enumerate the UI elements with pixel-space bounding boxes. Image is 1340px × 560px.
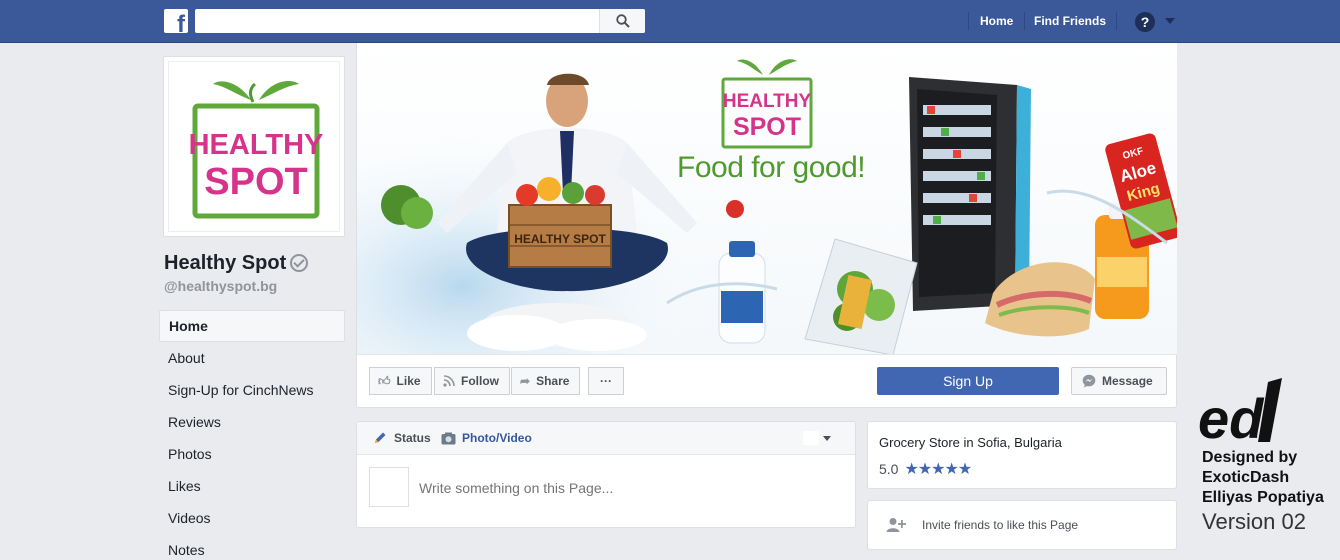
more-dots-icon: ··· bbox=[600, 374, 612, 388]
tab-status-label: Status bbox=[394, 431, 431, 445]
more-options-button[interactable]: ··· bbox=[588, 367, 624, 395]
search-button[interactable] bbox=[599, 9, 645, 33]
page-title[interactable]: Healthy Spot bbox=[164, 252, 286, 275]
cover-brand-logo: HEALTHY SPOT bbox=[721, 59, 813, 149]
exoticdash-logo: ed bbox=[1198, 378, 1282, 446]
cover-logo-text-spot: SPOT bbox=[733, 113, 801, 141]
crate-label: HEALTHY SPOT bbox=[514, 232, 606, 246]
page-sidebar-nav: Home About Sign-Up for CinchNews Reviews… bbox=[159, 310, 345, 560]
designer-credit-version: Version 02 bbox=[1202, 509, 1306, 534]
nav-divider bbox=[968, 12, 969, 30]
add-friend-icon bbox=[886, 518, 906, 532]
tab-photo-video[interactable]: Photo/Video bbox=[441, 431, 532, 445]
page-category[interactable]: Grocery Store in Sofia, Bulgaria bbox=[879, 435, 1062, 450]
audience-icon bbox=[803, 431, 819, 445]
messenger-icon bbox=[1082, 374, 1096, 388]
cover-logo-text-healthy: HEALTHY bbox=[723, 91, 812, 112]
cover-photo[interactable]: HEALTHY SPOT HEALTHY SPOT OKF Aloe King … bbox=[357, 43, 1177, 354]
verified-check-icon bbox=[290, 254, 308, 272]
profile-picture[interactable]: HEALTHY SPOT bbox=[163, 56, 345, 237]
account-menu-caret-icon[interactable] bbox=[1165, 18, 1175, 24]
cover-card: HEALTHY SPOT HEALTHY SPOT OKF Aloe King … bbox=[356, 43, 1177, 408]
salad-container-illustration bbox=[804, 238, 918, 354]
message-label: Message bbox=[1102, 374, 1153, 388]
logo-text-spot: SPOT bbox=[204, 161, 307, 203]
chevron-down-icon bbox=[823, 435, 831, 441]
cover-tagline: Food for good! bbox=[677, 151, 866, 184]
camera-icon bbox=[441, 432, 456, 444]
designer-credit-line2: ExoticDash bbox=[1202, 469, 1290, 486]
write-post-input[interactable] bbox=[419, 478, 839, 498]
designer-credit-line3: Elliyas Popatiya bbox=[1202, 489, 1324, 506]
composer-avatar bbox=[369, 467, 409, 507]
cover-illustration: HEALTHY SPOT HEALTHY SPOT OKF Aloe King bbox=[357, 59, 1177, 354]
page-action-bar: 👍︎ Like Follow ➦ Share ··· Sign Up Messa… bbox=[357, 354, 1177, 408]
sidebar-item-likes[interactable]: Likes bbox=[159, 470, 345, 502]
sidebar-item-videos[interactable]: Videos bbox=[159, 502, 345, 534]
milk-bottle-illustration bbox=[718, 241, 766, 344]
share-arrow-icon: ➦ bbox=[520, 374, 531, 388]
pencil-icon bbox=[375, 432, 386, 443]
follow-label: Follow bbox=[461, 374, 499, 388]
rss-follow-icon bbox=[443, 375, 455, 387]
rating-value: 5.0 bbox=[879, 461, 899, 477]
page-handle[interactable]: @healthyspot.bg bbox=[164, 278, 277, 294]
tab-photo-video-label: Photo/Video bbox=[462, 431, 532, 445]
composer-tabs: Status Photo/Video bbox=[357, 422, 855, 455]
designer-credit-line1: Designed by bbox=[1202, 449, 1298, 466]
nav-divider bbox=[1116, 12, 1117, 30]
thumbs-up-icon: 👍︎ bbox=[378, 373, 391, 388]
page-info-card: Grocery Store in Sofia, Bulgaria 5.0 ★★★… bbox=[867, 421, 1177, 489]
search-input[interactable] bbox=[195, 9, 595, 33]
rating-stars-icon: ★★★★★ bbox=[904, 461, 972, 478]
sidebar-item-signup-cinchnews[interactable]: Sign-Up for CinchNews bbox=[159, 374, 345, 406]
search-box bbox=[195, 9, 645, 33]
healthy-spot-logo: HEALTHY SPOT bbox=[189, 81, 324, 219]
help-icon[interactable]: ? bbox=[1135, 12, 1155, 32]
nav-find-friends-link[interactable]: Find Friends bbox=[1034, 14, 1106, 28]
sidebar-item-reviews[interactable]: Reviews bbox=[159, 406, 345, 438]
search-icon bbox=[615, 14, 630, 28]
facebook-logo-icon[interactable]: f bbox=[164, 9, 188, 33]
sidebar-item-home[interactable]: Home bbox=[159, 310, 345, 342]
share-label: Share bbox=[536, 374, 570, 388]
page-rating[interactable]: 5.0 ★★★★★ bbox=[879, 459, 972, 479]
message-button[interactable]: Message bbox=[1071, 367, 1167, 395]
invite-friends-label: Invite friends to like this Page bbox=[922, 518, 1079, 532]
audience-selector[interactable] bbox=[803, 430, 835, 446]
invite-friends-card[interactable]: Invite friends to like this Page bbox=[867, 500, 1177, 550]
share-button[interactable]: ➦ Share bbox=[511, 367, 581, 395]
tab-status[interactable]: Status bbox=[373, 431, 431, 445]
sign-up-button[interactable]: Sign Up bbox=[877, 367, 1059, 395]
like-label: Like bbox=[396, 374, 421, 388]
logo-text-healthy: HEALTHY bbox=[189, 129, 324, 161]
follow-button[interactable]: Follow bbox=[434, 367, 510, 395]
exoticdash-logo-text: ed bbox=[1198, 387, 1265, 446]
nav-divider bbox=[1024, 12, 1025, 30]
sidebar-item-photos[interactable]: Photos bbox=[159, 438, 345, 470]
sidebar-item-notes[interactable]: Notes bbox=[159, 534, 345, 560]
sidebar-item-about[interactable]: About bbox=[159, 342, 345, 374]
nav-home-link[interactable]: Home bbox=[980, 14, 1013, 28]
top-navigation-bar: f Home Find Friends ? bbox=[0, 0, 1340, 43]
facebook-logo-letter: f bbox=[177, 11, 185, 34]
post-composer: Status Photo/Video bbox=[356, 421, 856, 528]
like-button[interactable]: 👍︎ Like bbox=[369, 367, 432, 395]
